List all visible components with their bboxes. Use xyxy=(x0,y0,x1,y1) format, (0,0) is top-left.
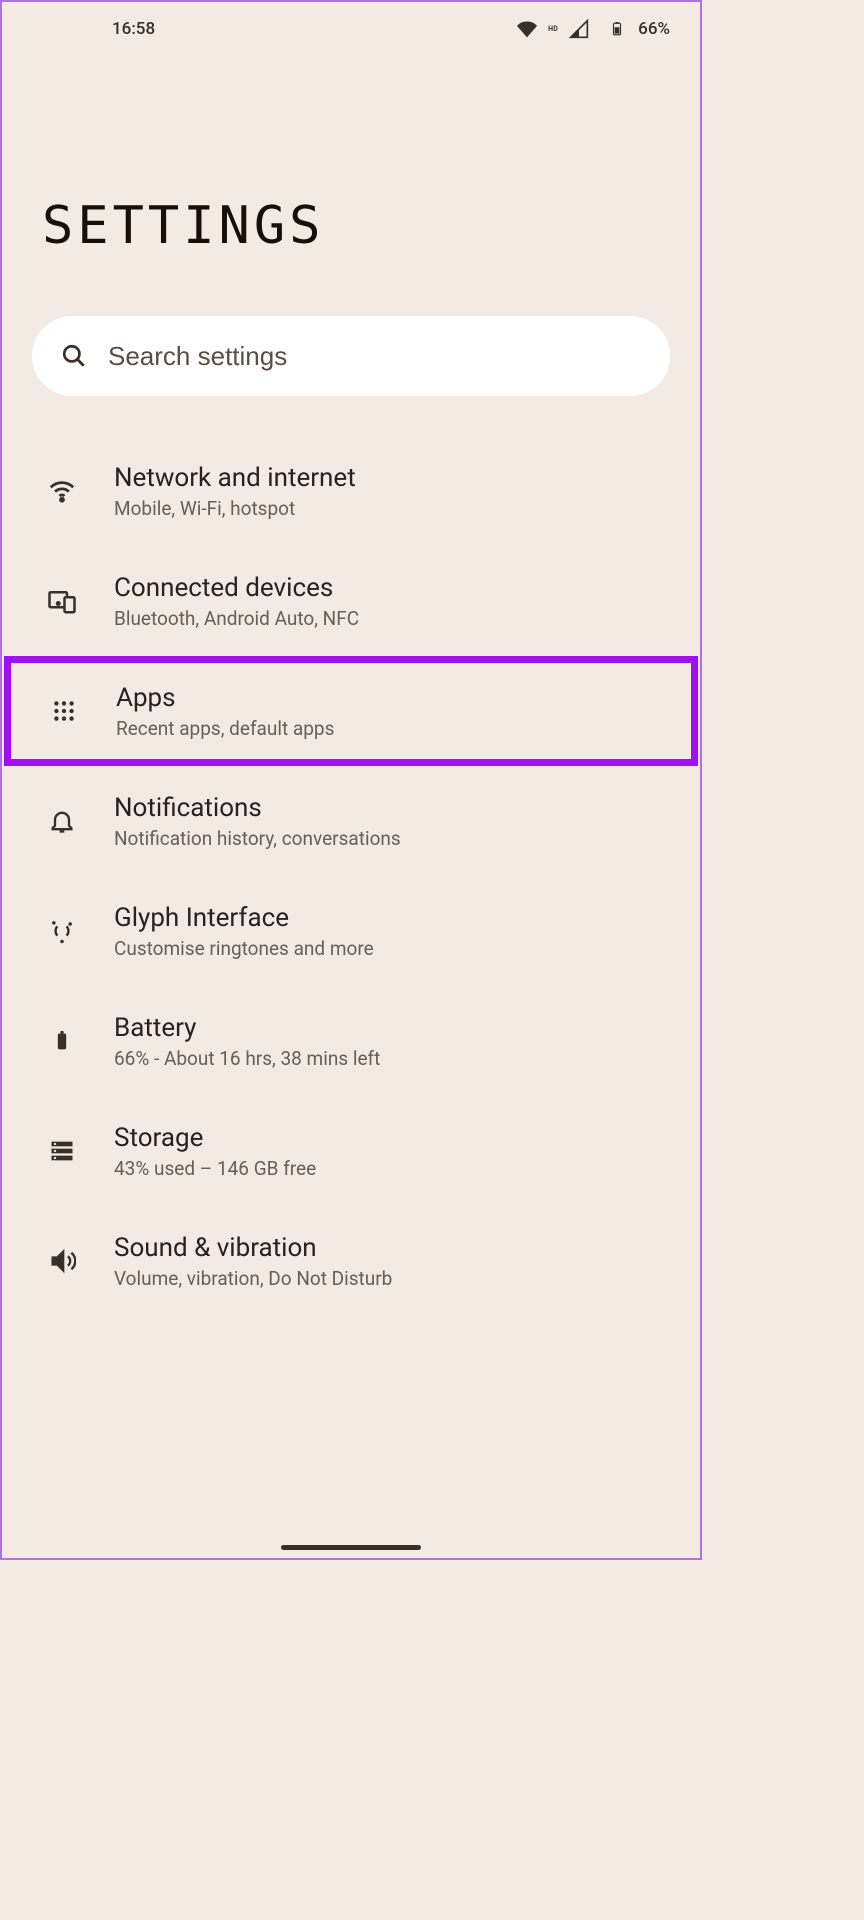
settings-row-storage[interactable]: Storage 43% used – 146 GB free xyxy=(2,1096,700,1206)
row-subtitle: Customise ringtones and more xyxy=(114,937,670,960)
glyph-icon xyxy=(42,914,82,948)
bell-icon xyxy=(42,804,82,838)
search-input[interactable] xyxy=(108,341,642,372)
status-time: 16:58 xyxy=(32,19,155,39)
row-title: Connected devices xyxy=(114,573,670,603)
battery-pct: 66% xyxy=(638,19,670,39)
status-icons: HD 66% xyxy=(510,12,670,46)
devices-icon xyxy=(42,584,82,618)
settings-row-glyph[interactable]: Glyph Interface Customise ringtones and … xyxy=(2,876,700,986)
cell-signal-icon xyxy=(562,12,596,46)
battery-status-icon xyxy=(600,12,634,46)
row-subtitle: Volume, vibration, Do Not Disturb xyxy=(114,1267,670,1290)
row-title: Apps xyxy=(116,683,668,713)
row-subtitle: Notification history, conversations xyxy=(114,827,670,850)
settings-row-apps[interactable]: Apps Recent apps, default apps xyxy=(4,656,698,766)
search-icon xyxy=(60,342,88,370)
settings-row-network[interactable]: Network and internet Mobile, Wi-Fi, hots… xyxy=(2,436,700,546)
row-subtitle: Recent apps, default apps xyxy=(116,717,668,740)
row-title: Battery xyxy=(114,1013,670,1043)
nav-home-indicator[interactable] xyxy=(281,1545,421,1550)
wifi-status-icon xyxy=(510,12,544,46)
row-subtitle: 43% used – 146 GB free xyxy=(114,1157,670,1180)
row-subtitle: Bluetooth, Android Auto, NFC xyxy=(114,607,670,630)
row-subtitle: 66% - About 16 hrs, 38 mins left xyxy=(114,1047,670,1070)
settings-row-connected[interactable]: Connected devices Bluetooth, Android Aut… xyxy=(2,546,700,656)
settings-row-notifications[interactable]: Notifications Notification history, conv… xyxy=(2,766,700,876)
page-title: SETTINGS xyxy=(42,196,700,256)
status-bar: 16:58 HD 66% xyxy=(2,2,700,46)
row-title: Storage xyxy=(114,1123,670,1153)
row-subtitle: Mobile, Wi-Fi, hotspot xyxy=(114,497,670,520)
row-title: Glyph Interface xyxy=(114,903,670,933)
search-bar[interactable] xyxy=(32,316,670,396)
battery-icon xyxy=(42,1024,82,1058)
settings-row-battery[interactable]: Battery 66% - About 16 hrs, 38 mins left xyxy=(2,986,700,1096)
row-title: Notifications xyxy=(114,793,670,823)
storage-icon xyxy=(42,1134,82,1168)
row-title: Sound & vibration xyxy=(114,1233,670,1263)
settings-list: Network and internet Mobile, Wi-Fi, hots… xyxy=(2,436,700,1316)
row-title: Network and internet xyxy=(114,463,670,493)
wifi-icon xyxy=(42,474,82,508)
settings-row-sound[interactable]: Sound & vibration Volume, vibration, Do … xyxy=(2,1206,700,1316)
sound-icon xyxy=(42,1244,82,1278)
signal-hd-label: HD xyxy=(548,25,558,33)
apps-icon xyxy=(44,694,84,728)
